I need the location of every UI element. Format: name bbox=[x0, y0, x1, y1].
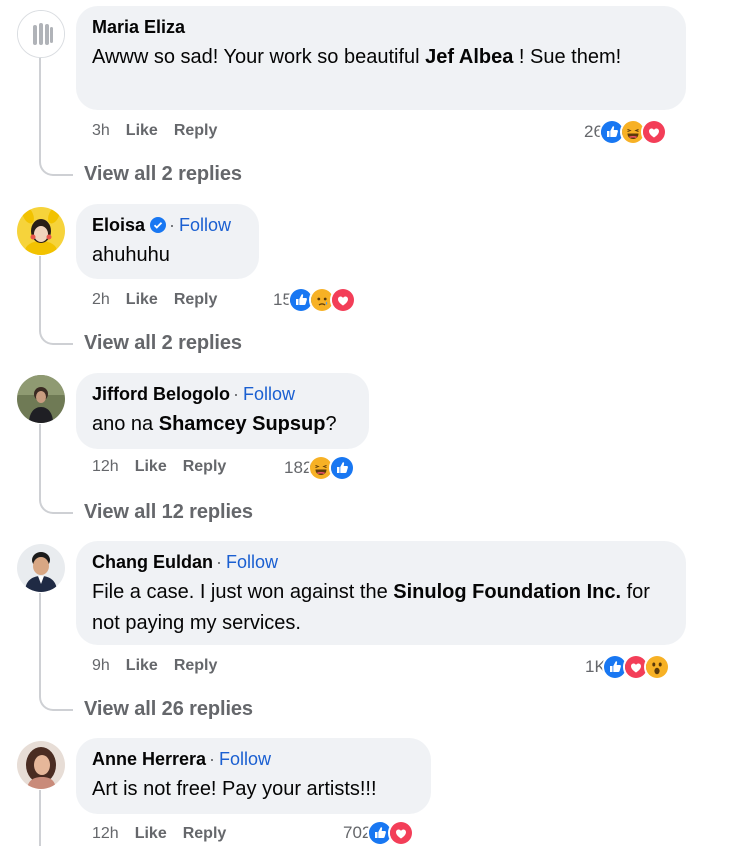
comment-text: ahuhuhu bbox=[92, 244, 170, 266]
avatar-photo bbox=[17, 207, 65, 255]
reaction-summary[interactable]: 1K bbox=[585, 654, 670, 680]
reply-button[interactable]: Reply bbox=[174, 657, 218, 674]
comment-text: Awww so sad! Your work so beautiful Jef … bbox=[92, 46, 622, 68]
avatar-logo-icon bbox=[18, 11, 64, 57]
avatar[interactable] bbox=[17, 375, 65, 423]
reply-button[interactable]: Reply bbox=[174, 291, 218, 308]
like-button[interactable]: Like bbox=[126, 291, 158, 308]
avatar-photo bbox=[17, 544, 65, 592]
commenter-name[interactable]: Jifford Belogolo bbox=[92, 384, 230, 404]
love-icon bbox=[388, 820, 415, 846]
avatar[interactable] bbox=[17, 207, 65, 255]
reply-button[interactable]: Reply bbox=[174, 122, 218, 139]
comment-timestamp[interactable]: 12h bbox=[92, 458, 119, 475]
comment-actions: 2h Like Reply bbox=[92, 288, 217, 312]
commenter-name[interactable]: Chang Euldan bbox=[92, 552, 213, 572]
like-button[interactable]: Like bbox=[126, 122, 158, 139]
reaction-summary[interactable]: 26 bbox=[584, 119, 667, 145]
comment-actions: 3h Like Reply bbox=[92, 119, 217, 143]
comment-text: File a case. I just won against the Sinu… bbox=[92, 581, 650, 634]
like-icon bbox=[329, 455, 356, 481]
mentioned-user-link[interactable]: Jef Albea bbox=[425, 46, 513, 68]
avatar[interactable] bbox=[17, 544, 65, 592]
comment-bubble: Jifford Belogolo · Follow ano na Shamcey S… bbox=[76, 373, 369, 449]
comment-actions: 9h Like Reply bbox=[92, 654, 217, 678]
comment-actions: 12h Like Reply bbox=[92, 455, 226, 479]
follow-button[interactable]: Follow bbox=[179, 215, 231, 235]
reply-button[interactable]: Reply bbox=[183, 825, 227, 842]
follow-button[interactable]: Follow bbox=[219, 749, 271, 769]
mentioned-page-link[interactable]: Sinulog Foundation Inc. bbox=[393, 581, 621, 603]
mentioned-user-link[interactable]: Shamcey Supsup bbox=[159, 413, 326, 435]
comment-bubble: Maria Eliza Awww so sad! Your work so be… bbox=[76, 6, 686, 110]
reaction-summary[interactable]: 182 bbox=[284, 455, 356, 481]
comment-timestamp[interactable]: 3h bbox=[92, 122, 110, 139]
follow-button[interactable]: Follow bbox=[243, 384, 295, 404]
avatar[interactable] bbox=[17, 741, 65, 789]
love-icon bbox=[329, 287, 356, 313]
comment-timestamp[interactable]: 2h bbox=[92, 291, 110, 308]
commenter-name[interactable]: Eloisa bbox=[92, 215, 145, 235]
avatar-photo bbox=[17, 741, 65, 789]
comment-text: ano na Shamcey Supsup? bbox=[92, 413, 337, 435]
comment-text: Art is not free! Pay your artists!!! bbox=[92, 778, 377, 800]
reaction-summary[interactable]: 15 bbox=[273, 287, 356, 313]
verified-badge-icon bbox=[150, 217, 167, 233]
comment-timestamp[interactable]: 12h bbox=[92, 825, 119, 842]
view-replies-link[interactable]: View all 12 replies bbox=[84, 501, 253, 524]
avatar[interactable] bbox=[17, 10, 65, 58]
view-replies-link[interactable]: View all 2 replies bbox=[84, 332, 242, 355]
comment-bubble: Eloisa · Follow ahuhuhu bbox=[76, 204, 259, 279]
view-replies-link[interactable]: View all 26 replies bbox=[84, 698, 253, 721]
avatar-photo bbox=[17, 375, 65, 423]
commenter-name[interactable]: Anne Herrera bbox=[92, 749, 206, 769]
reply-button[interactable]: Reply bbox=[183, 458, 227, 475]
commenter-name[interactable]: Maria Eliza bbox=[92, 17, 185, 37]
comment-bubble: Chang Euldan · Follow File a case. I just … bbox=[76, 541, 686, 645]
comment-actions: 12h Like Reply bbox=[92, 822, 226, 846]
like-button[interactable]: Like bbox=[135, 458, 167, 475]
like-button[interactable]: Like bbox=[135, 825, 167, 842]
love-icon bbox=[640, 119, 667, 145]
comment-timestamp[interactable]: 9h bbox=[92, 657, 110, 674]
comment-bubble: Anne Herrera · Follow Art is not free! Pay… bbox=[76, 738, 431, 814]
like-button[interactable]: Like bbox=[126, 657, 158, 674]
wow-icon bbox=[643, 654, 670, 680]
follow-button[interactable]: Follow bbox=[226, 552, 278, 572]
view-replies-link[interactable]: View all 2 replies bbox=[84, 163, 242, 186]
reaction-summary[interactable]: 702 bbox=[343, 820, 415, 846]
